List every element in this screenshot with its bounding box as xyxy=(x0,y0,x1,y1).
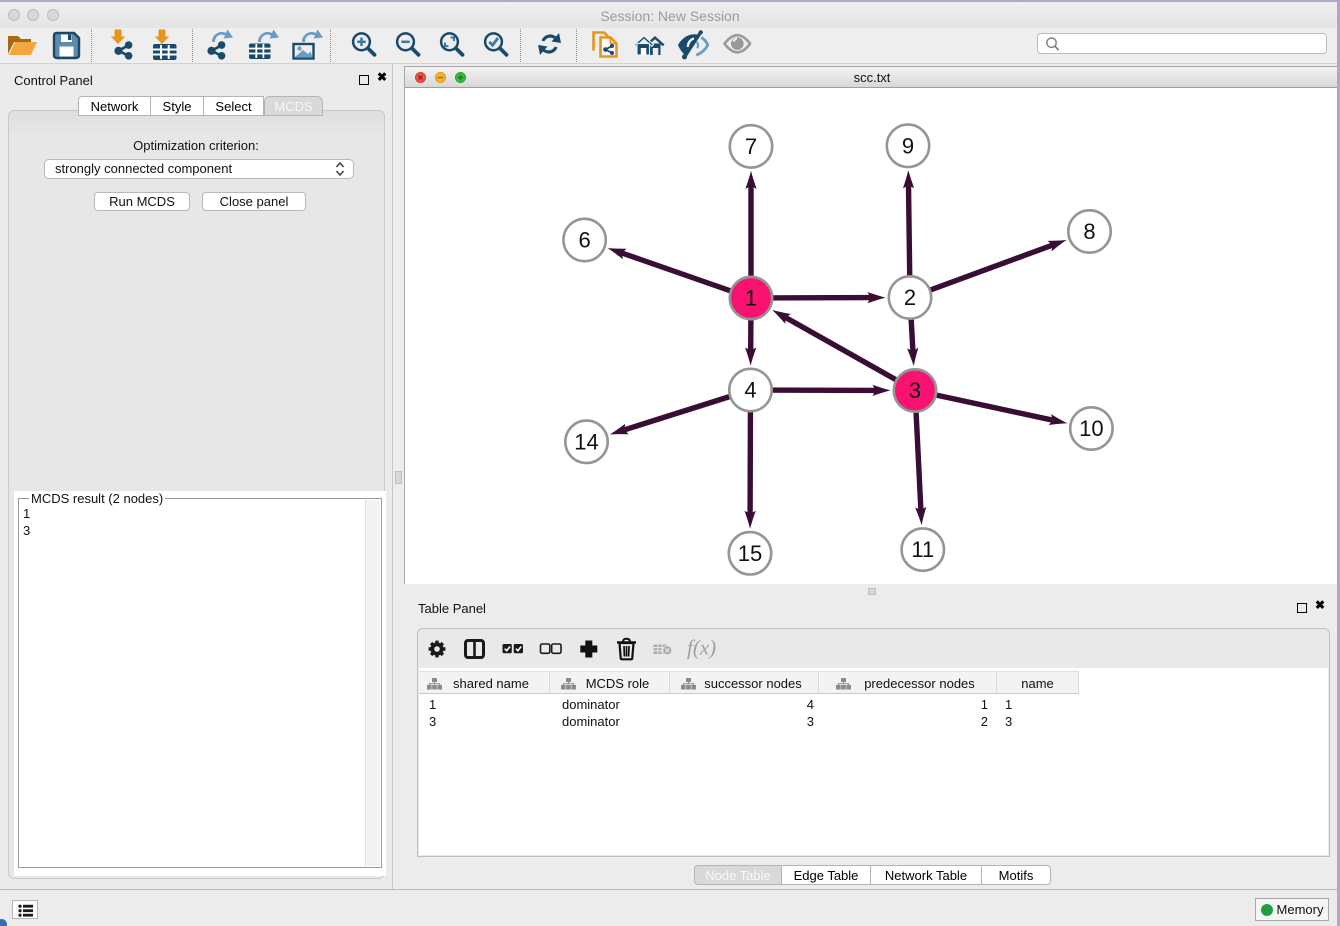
svg-text:1: 1 xyxy=(745,286,757,311)
svg-text:2: 2 xyxy=(904,285,916,310)
svg-text:4: 4 xyxy=(744,378,756,403)
svg-text:11: 11 xyxy=(911,537,934,562)
svg-text:10: 10 xyxy=(1079,416,1103,441)
svg-text:f(x): f(x) xyxy=(687,636,716,660)
svg-text:8: 8 xyxy=(1083,219,1095,244)
svg-text:9: 9 xyxy=(902,133,914,158)
svg-text:14: 14 xyxy=(574,429,598,454)
svg-text:15: 15 xyxy=(738,541,762,566)
svg-text:3: 3 xyxy=(909,378,921,403)
svg-text:6: 6 xyxy=(578,228,590,253)
svg-text:7: 7 xyxy=(745,134,757,159)
